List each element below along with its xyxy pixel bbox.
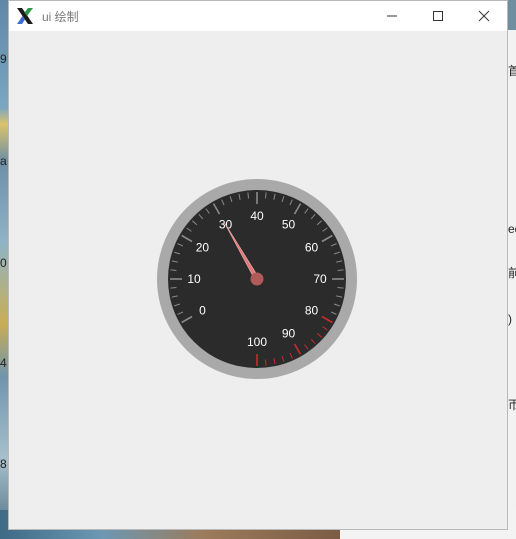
gauge-tick-label: 70 [313,272,327,286]
app-window: ui 绘制 0 10 20 40 50 60 70 80 90 100 [8,0,508,530]
gauge-minor-tick [170,286,177,289]
left-edge-text: 8 [0,457,7,471]
gauge-tick-label: 20 [196,241,210,255]
maximize-button[interactable] [415,1,461,31]
gauge-minor-tick [264,359,267,366]
close-button[interactable] [461,1,507,31]
right-edge-text: 帀 [508,398,516,412]
gauge-tick-label: 40 [250,209,264,223]
canvas-area: 0 10 20 30 40 50 60 70 80 90 100 [9,31,507,531]
left-edge-text: a [0,154,7,168]
gauge-minor-tick [337,286,344,289]
minimize-icon [387,15,397,17]
gauge-tick-label: 10 [187,272,201,286]
x-logo-icon [17,8,33,24]
gauge-tick-label: 100 [247,335,267,349]
gauge-hub [250,272,264,286]
right-edge-text: ) [508,312,512,326]
speedometer-gauge: 0 10 20 30 40 50 60 70 80 90 100 [157,179,357,379]
gauge-tick-label: 50 [282,217,296,231]
right-edge-text: 前 [508,266,516,280]
gauge-minor-tick [170,269,177,272]
gauge-minor-tick [247,192,250,199]
gauge-minor-tick [264,192,267,199]
maximize-icon [433,11,443,21]
right-edge-text: 首 [508,64,516,78]
gauge-minor-tick [337,269,344,272]
left-edge-text: 4 [0,356,7,370]
gauge-tick-label: 0 [199,304,206,318]
gauge-tick-label: 90 [282,327,296,341]
window-title: ui 绘制 [42,9,79,24]
gauge-tick-label: 60 [305,241,319,255]
left-edge-text: 0 [0,256,7,270]
title-bar[interactable]: ui 绘制 [9,1,507,31]
right-edge-text: ed [508,222,516,236]
left-edge-text: 9 [0,52,7,66]
minimize-button[interactable] [369,1,415,31]
close-icon [478,10,490,22]
window-controls [369,1,507,31]
gauge-tick-label: 80 [305,304,319,318]
